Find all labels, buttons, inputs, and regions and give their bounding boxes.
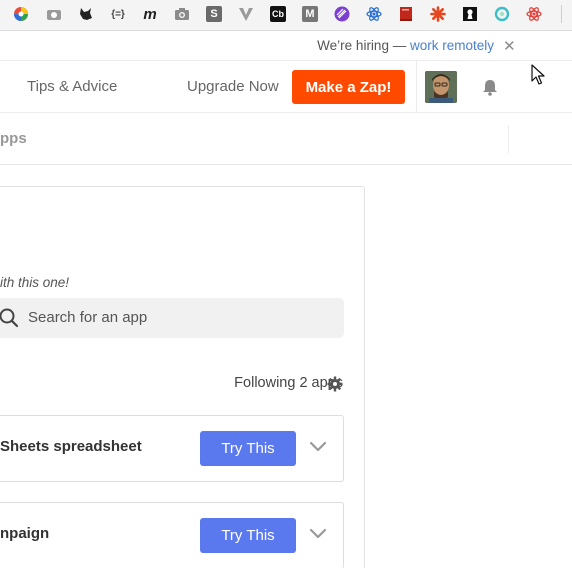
work-remotely-link[interactable]: work remotely	[410, 38, 494, 53]
gear-icon[interactable]	[327, 376, 343, 392]
card-title: Sheets spreadsheet	[0, 438, 142, 455]
book-icon[interactable]	[398, 6, 414, 22]
json-icon[interactable]: {=}	[108, 6, 128, 22]
camera-icon[interactable]	[174, 6, 190, 22]
nav-upgrade-now[interactable]: Upgrade Now	[187, 78, 279, 95]
search-input[interactable]: Search for an app	[0, 298, 344, 338]
bookmarks-bar: {=} m S Cb M	[0, 0, 572, 31]
s-icon[interactable]: S	[206, 6, 222, 22]
subnav-apps-tab[interactable]: pps	[0, 130, 27, 147]
m-italic-icon[interactable]: m	[142, 6, 158, 23]
try-this-button[interactable]: Try This	[200, 431, 296, 466]
keyhole-icon[interactable]	[462, 6, 478, 22]
card-title: npaign	[0, 525, 50, 542]
stripe-circle-icon[interactable]	[334, 6, 350, 22]
try-this-button[interactable]: Try This	[200, 518, 296, 553]
ring-icon[interactable]	[494, 6, 510, 22]
helper-text: ith this one!	[0, 275, 70, 290]
atom-icon[interactable]	[526, 6, 542, 22]
search-placeholder: Search for an app	[28, 309, 148, 326]
v-icon[interactable]	[238, 6, 254, 22]
cb-icon[interactable]: Cb	[270, 6, 286, 22]
hiring-message: We’re hiring — work remotely	[317, 38, 494, 53]
m-box-icon[interactable]: M	[302, 6, 318, 22]
react-icon[interactable]	[366, 6, 382, 22]
make-a-zap-button[interactable]: Make a Zap!	[292, 70, 405, 104]
gnu-icon[interactable]	[78, 6, 94, 22]
search-icon	[0, 307, 20, 329]
bell-icon[interactable]	[481, 78, 499, 96]
nav-tips-advice[interactable]: Tips & Advice	[27, 78, 117, 95]
mouse-cursor-icon	[531, 64, 545, 86]
subnav-divider	[508, 125, 509, 153]
zap-template-card[interactable]: npaign Try This	[0, 502, 344, 568]
close-icon[interactable]: ✕	[503, 37, 516, 55]
sub-navigation: pps	[0, 113, 572, 165]
nav-divider	[416, 61, 417, 113]
bookmarks-separator	[561, 5, 562, 23]
camera-small-icon[interactable]	[46, 6, 62, 22]
chevron-down-icon[interactable]	[309, 527, 327, 541]
hiring-prefix: We’re hiring —	[317, 38, 407, 53]
zap-template-card[interactable]: Sheets spreadsheet Try This	[0, 415, 344, 482]
chevron-down-icon[interactable]	[309, 440, 327, 454]
top-navigation: Tips & Advice Upgrade Now Make a Zap!	[0, 61, 572, 113]
asterisk-icon[interactable]	[430, 6, 446, 22]
color-wheel-icon[interactable]	[13, 6, 29, 22]
avatar[interactable]	[425, 71, 457, 103]
hiring-banner: We’re hiring — work remotely ✕	[0, 31, 572, 61]
